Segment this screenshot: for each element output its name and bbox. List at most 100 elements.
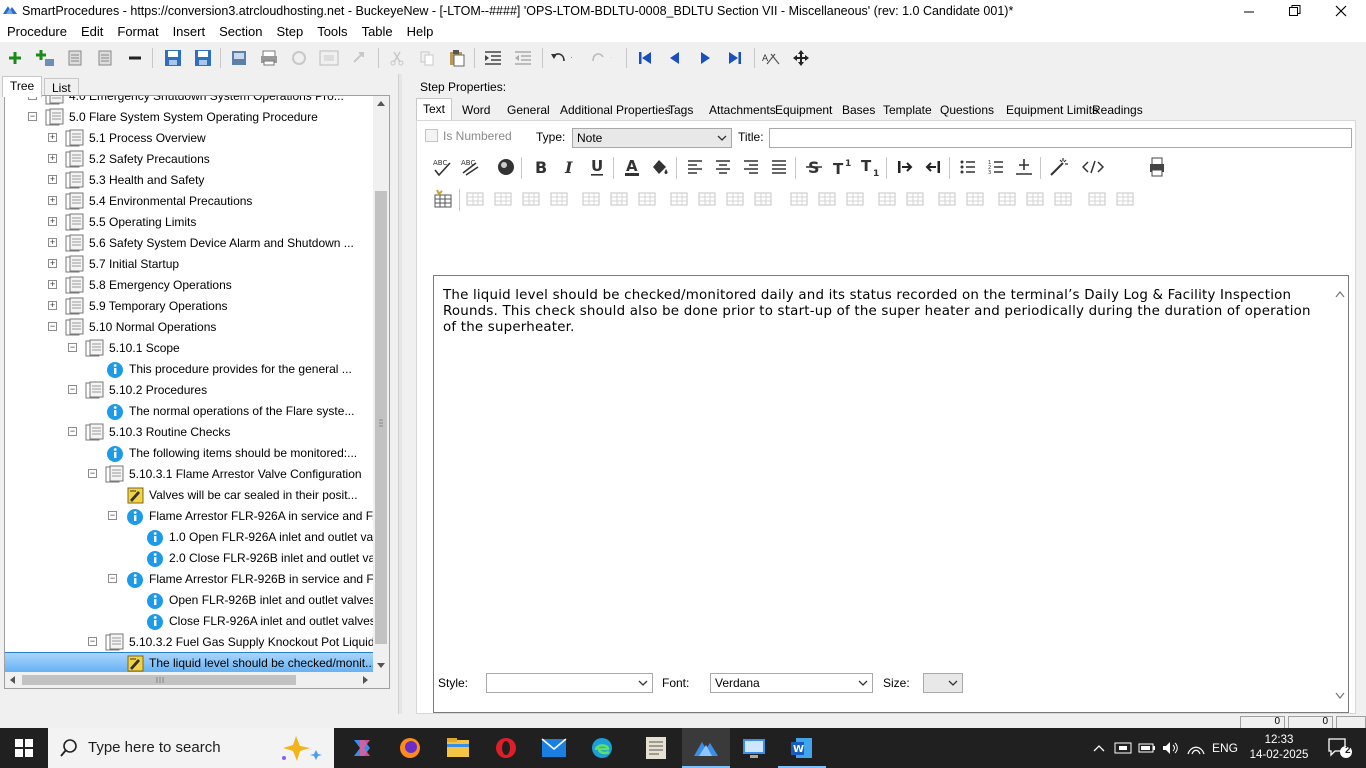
- tree-node[interactable]: Close FLR-926A inlet and outlet valves..…: [5, 611, 375, 632]
- tray-battery-icon[interactable]: [1136, 728, 1158, 768]
- step-text-editor[interactable]: The liquid level should be checked/monit…: [433, 275, 1349, 713]
- tree-node[interactable]: +5.8 Emergency Operations: [5, 275, 375, 296]
- tab-word[interactable]: Word: [456, 100, 496, 120]
- previous-icon[interactable]: [664, 47, 686, 69]
- expand-icon[interactable]: +: [48, 301, 57, 310]
- tree-horizontal-scrollbar[interactable]: [5, 672, 389, 688]
- tab-additional-properties[interactable]: Additional Properties: [554, 100, 677, 120]
- spellcheck-icon[interactable]: ABC: [431, 155, 455, 179]
- tab-equipment[interactable]: Equipment: [769, 100, 838, 120]
- step-body-text[interactable]: The liquid level should be checked/monit…: [443, 288, 1323, 336]
- tree-vertical-scrollbar[interactable]: [373, 96, 389, 674]
- undo-icon[interactable]: [550, 47, 572, 69]
- align-left-icon[interactable]: [683, 155, 707, 179]
- bullet-list-icon[interactable]: [956, 155, 980, 179]
- collapse-icon[interactable]: −: [108, 511, 117, 520]
- tree-node[interactable]: The liquid level should be checked/monit…: [5, 652, 375, 674]
- menu-edit[interactable]: Edit: [74, 22, 110, 42]
- menu-insert[interactable]: Insert: [166, 22, 213, 42]
- tree-node[interactable]: − 5.10.2 Procedures: [5, 380, 375, 401]
- expand-icon[interactable]: +: [48, 238, 57, 247]
- panel-splitter[interactable]: [398, 74, 402, 714]
- menu-help[interactable]: Help: [400, 22, 441, 42]
- menu-procedure[interactable]: Procedure: [0, 22, 74, 42]
- tree-node[interactable]: Open FLR-926B inlet and outlet valves...: [5, 590, 375, 611]
- last-icon[interactable]: [724, 47, 746, 69]
- bold-icon[interactable]: B: [529, 155, 553, 179]
- tree-node[interactable]: − 5.0 Flare System System Operating Proce…: [5, 107, 375, 128]
- expand-icon[interactable]: +: [48, 133, 57, 142]
- tree-node[interactable]: The following items should be monitored:…: [5, 443, 375, 464]
- tree-node[interactable]: +5.4 Environmental Precautions: [5, 191, 375, 212]
- word-icon[interactable]: W: [778, 728, 826, 768]
- spellcheck-options-icon[interactable]: ABC: [459, 155, 483, 179]
- save-icon[interactable]: [192, 47, 214, 69]
- horizontal-rule-icon[interactable]: [1012, 155, 1036, 179]
- tree-node[interactable]: − 5.10.3 Routine Checks: [5, 422, 375, 443]
- tree-node[interactable]: − 5.10.1 Scope: [5, 338, 375, 359]
- tray-clock[interactable]: 12:33 14-02-2025: [1246, 728, 1312, 768]
- close-button[interactable]: [1318, 0, 1364, 22]
- tab-general[interactable]: General: [501, 100, 556, 120]
- subscript-icon[interactable]: T1: [858, 155, 882, 179]
- tree-node[interactable]: − 5.10.3.2 Fuel Gas Supply Knockout Pot L…: [5, 632, 375, 653]
- spell-icon[interactable]: A: [760, 47, 782, 69]
- scroll-up-icon[interactable]: [1334, 288, 1346, 300]
- notification-center-icon[interactable]: 2: [1320, 728, 1360, 768]
- insert-table-icon[interactable]: [431, 187, 455, 211]
- save-all-icon[interactable]: [162, 47, 184, 69]
- expand-icon[interactable]: +: [48, 217, 57, 226]
- opera-icon[interactable]: [482, 728, 530, 768]
- export-icon[interactable]: [228, 47, 250, 69]
- tree-node[interactable]: +5.6 Safety System Device Alarm and Shut…: [5, 233, 375, 254]
- collapse-icon[interactable]: −: [108, 574, 117, 583]
- collapse-icon[interactable]: −: [68, 385, 77, 394]
- strikethrough-icon[interactable]: S: [802, 155, 826, 179]
- restore-button[interactable]: [1272, 0, 1318, 22]
- paste-icon[interactable]: [446, 47, 468, 69]
- increase-indent-icon[interactable]: [893, 155, 917, 179]
- move-icon[interactable]: [790, 47, 812, 69]
- app-document-icon[interactable]: [632, 728, 680, 768]
- tree-node[interactable]: +5.7 Initial Startup: [5, 254, 375, 275]
- superscript-icon[interactable]: T1: [830, 155, 854, 179]
- tab-tree[interactable]: Tree: [2, 76, 43, 97]
- mail-icon[interactable]: [530, 728, 578, 768]
- font-select[interactable]: Verdana: [710, 673, 873, 693]
- highlight-icon[interactable]: [648, 155, 672, 179]
- collapse-icon[interactable]: −: [28, 112, 37, 121]
- tab-readings[interactable]: Readings: [1086, 100, 1149, 120]
- decrease-indent-icon[interactable]: [921, 155, 945, 179]
- align-center-icon[interactable]: [711, 155, 735, 179]
- magic-wand-icon[interactable]: [1047, 155, 1071, 179]
- taskbar-search[interactable]: Type here to search: [48, 728, 334, 768]
- expand-icon[interactable]: +: [48, 154, 57, 163]
- expand-icon[interactable]: +: [48, 196, 57, 205]
- file-explorer-icon[interactable]: [434, 728, 482, 768]
- collapse-icon[interactable]: −: [88, 469, 97, 478]
- html-source-icon[interactable]: [1081, 155, 1105, 179]
- tree-node[interactable]: − Flame Arrestor FLR-926A in service and …: [5, 506, 375, 527]
- tree-node[interactable]: +5.1 Process Overview: [5, 128, 375, 149]
- first-icon[interactable]: [634, 47, 656, 69]
- indent-icon[interactable]: [482, 47, 504, 69]
- font-color-icon[interactable]: A: [620, 155, 644, 179]
- tree-node[interactable]: +5.9 Temporary Operations: [5, 296, 375, 317]
- menu-format[interactable]: Format: [110, 22, 165, 42]
- is-numbered-checkbox[interactable]: [425, 129, 438, 142]
- align-right-icon[interactable]: [739, 155, 763, 179]
- tree-node[interactable]: − 5.10 Normal Operations: [5, 317, 375, 338]
- add-icon[interactable]: [4, 47, 26, 69]
- tray-network-icon[interactable]: [1112, 728, 1134, 768]
- size-select[interactable]: [923, 673, 963, 693]
- outdent-section-icon[interactable]: [94, 47, 116, 69]
- tree-node[interactable]: − Flame Arrestor FLR-926B in service and …: [5, 569, 375, 590]
- tab-text[interactable]: Text: [416, 98, 453, 121]
- expand-icon[interactable]: +: [48, 259, 57, 268]
- tab-template[interactable]: Template: [877, 100, 938, 120]
- tray-wifi-icon[interactable]: [1184, 728, 1208, 768]
- expand-icon[interactable]: +: [48, 175, 57, 184]
- tree-node[interactable]: 1.0 Open FLR-926A inlet and outlet val..…: [5, 527, 375, 548]
- print-preview-icon[interactable]: [1145, 155, 1169, 179]
- tree-node[interactable]: +5.3 Health and Safety: [5, 170, 375, 191]
